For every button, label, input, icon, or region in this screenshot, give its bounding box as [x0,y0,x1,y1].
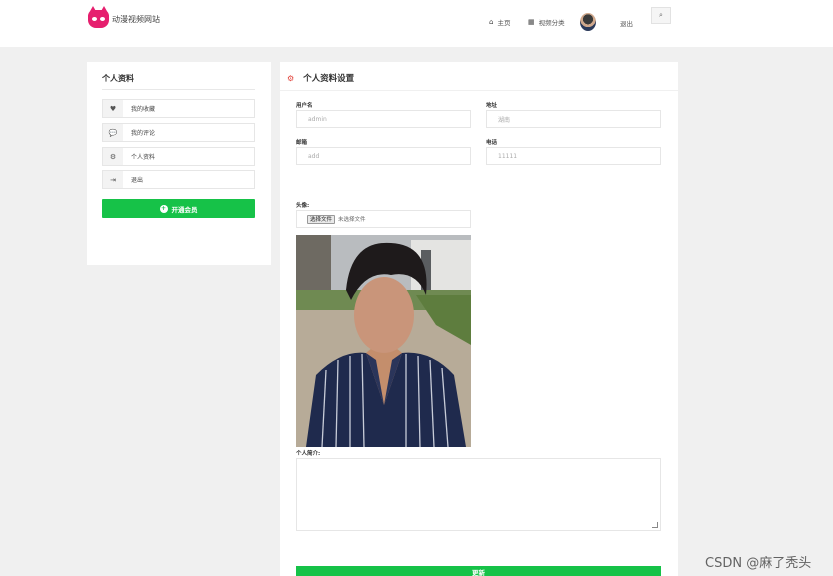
bio-label: 个人简介: [296,451,321,457]
panel-divider [280,90,678,91]
sidebar-item-label: 个人资料 [131,154,156,161]
home-icon: ⌂ [489,18,494,26]
site-logo[interactable]: 动漫视频网站 [88,6,160,28]
phone-input[interactable]: 11111 [486,147,661,165]
sidebar-item-comments[interactable]: 💬 我的评论 [102,123,255,142]
nav-categories-label: 视频分类 [538,19,565,27]
nav-home-label: 主页 [497,19,511,27]
email-label: 邮箱 [296,140,308,146]
email-input[interactable]: add [296,147,471,165]
address-label: 地址 [486,103,498,109]
profile-sidebar: 个人资料 ♥ 我的收藏 💬 我的评论 ⚙ 个人资料 ⇥ 退出 + 开通会员 [87,62,271,265]
file-status: 未选择文件 [338,217,366,223]
bio-textarea[interactable] [296,458,661,531]
gears-icon: ⚙ [103,148,123,165]
heart-icon: ♥ [103,100,123,117]
nav-categories[interactable]: ▦ 视频分类 [528,17,565,27]
sign-out-icon: ⇥ [103,171,123,188]
address-input[interactable]: 湖南 [486,110,661,128]
sidebar-item-logout[interactable]: ⇥ 退出 [102,170,255,189]
vip-button-label: 开通会员 [171,205,198,214]
gears-icon: ⚙ [287,73,295,83]
update-button[interactable]: 更新 [296,566,661,576]
sidebar-item-label: 退出 [131,177,144,184]
phone-label: 电话 [486,140,498,146]
sidebar-divider [102,89,255,90]
sidebar-title: 个人资料 [102,74,134,83]
comments-icon: 💬 [103,124,123,141]
search-button[interactable]: ⌕ [651,7,671,24]
username-input[interactable]: admin [296,110,471,128]
plus-circle-icon: + [159,204,168,213]
username-label: 用户名 [296,103,313,109]
sidebar-item-profile[interactable]: ⚙ 个人资料 [102,147,255,166]
avatar-label: 头像: [296,203,310,209]
cat-logo-icon [88,6,109,28]
nav-home[interactable]: ⌂ 主页 [489,17,510,27]
logout-link[interactable]: 退出 [620,18,633,28]
profile-settings-panel: ⚙ 个人资料设置 用户名 admin 地址 湖南 邮箱 add 电话 11111… [280,62,678,576]
avatar-preview-image [296,235,471,447]
page-title: 个人资料设置 [303,74,355,84]
sidebar-item-label: 我的评论 [131,130,156,137]
vip-button[interactable]: + 开通会员 [102,199,255,218]
grid-icon: ▦ [528,18,535,26]
top-navbar: 动漫视频网站 ⌂ 主页 ▦ 视频分类 退出 ⌕ [0,0,833,47]
choose-file-button[interactable]: 选择文件 [307,214,336,224]
watermark: CSDN @麻了秃头 [705,556,812,571]
search-icon: ⌕ [659,11,663,19]
avatar-file-input[interactable]: 选择文件 未选择文件 [296,210,471,228]
sidebar-item-label: 我的收藏 [131,106,156,113]
sidebar-item-favorites[interactable]: ♥ 我的收藏 [102,99,255,118]
user-avatar[interactable] [580,13,596,31]
panel-header: ⚙ 个人资料设置 [287,72,355,85]
site-name: 动漫视频网站 [112,14,160,24]
